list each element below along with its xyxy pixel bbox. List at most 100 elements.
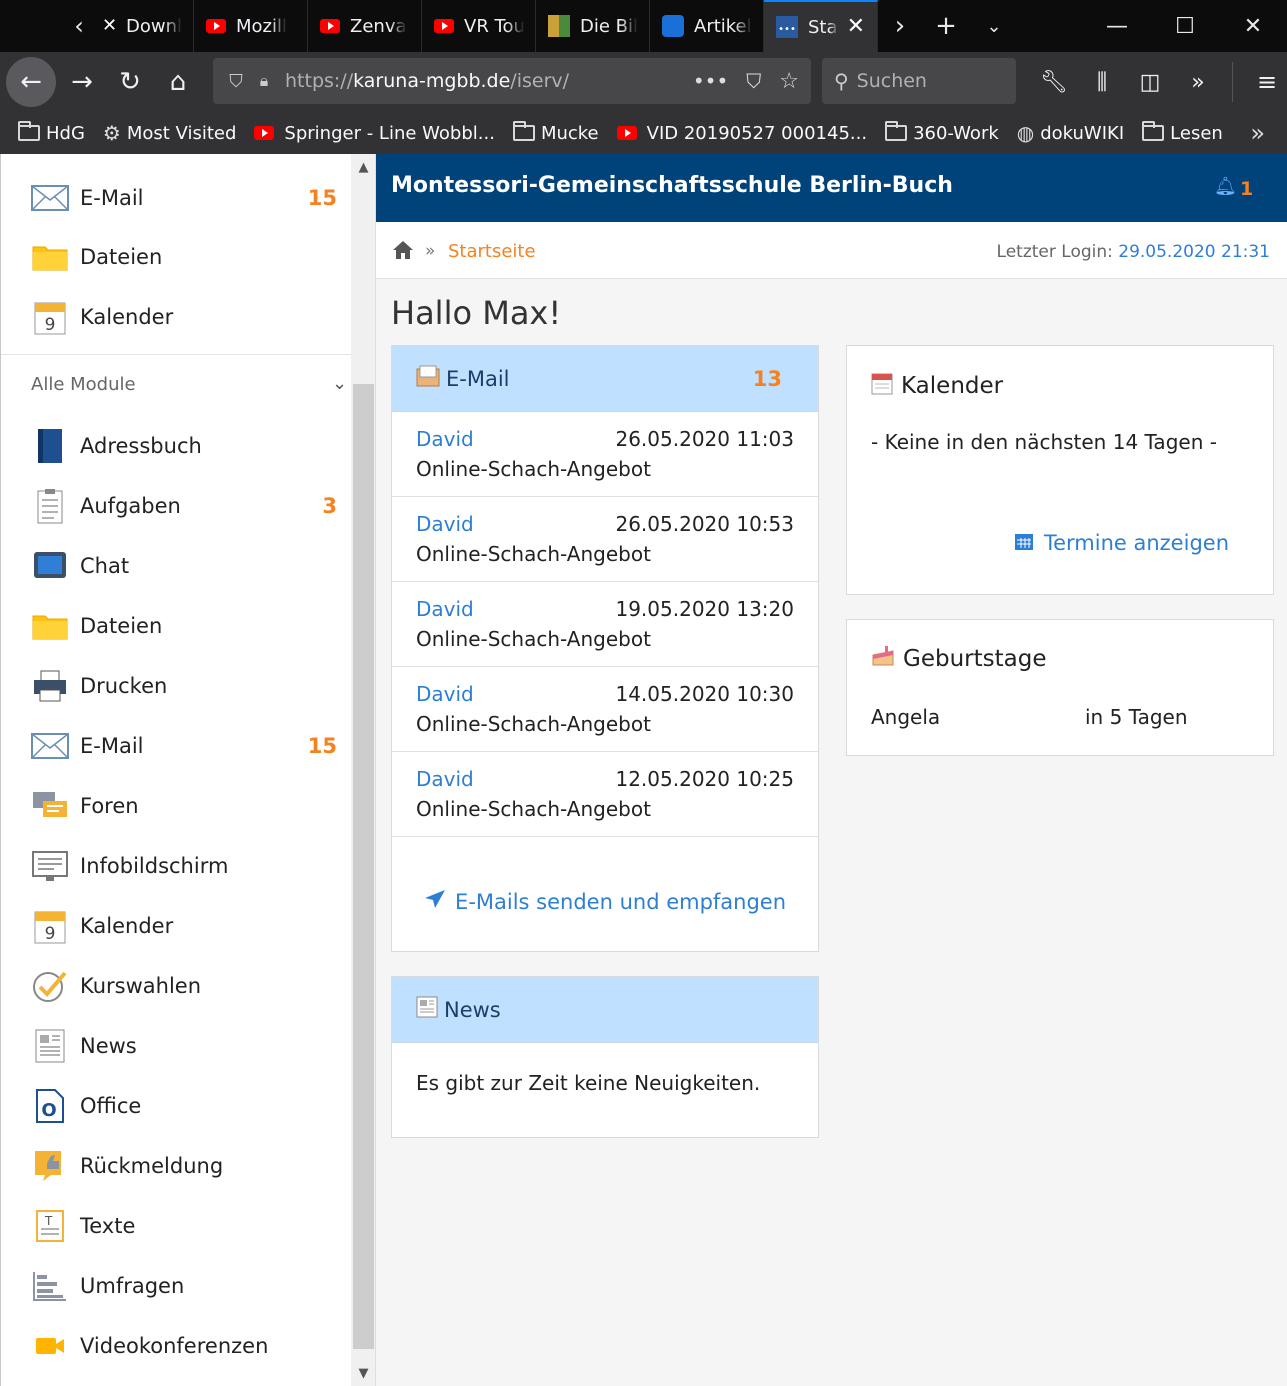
wrench-icon[interactable]: 🔧︎ bbox=[1030, 58, 1078, 106]
sidebar-item-infoscreen[interactable]: Infobildschirm bbox=[31, 846, 347, 886]
new-tab-button[interactable]: + bbox=[922, 0, 970, 52]
all-modules-heading[interactable]: Alle Module bbox=[31, 374, 136, 395]
news-card-header[interactable]: News bbox=[392, 977, 818, 1043]
list-tabs-button[interactable]: ⌄ bbox=[970, 0, 1018, 52]
breadcrumb: » Startseite Letzter Login: 29.05.2020 2… bbox=[376, 222, 1287, 279]
email-row[interactable]: David 26.05.2020 10:53 Online-Schach-Ang… bbox=[392, 497, 818, 582]
notification-count[interactable]: 1 bbox=[1240, 178, 1253, 200]
browser-tab[interactable]: VR Tou bbox=[422, 0, 536, 52]
reload-button[interactable]: ↻ bbox=[106, 58, 154, 106]
bell-icon[interactable]: 🔔︎ bbox=[1214, 176, 1237, 197]
browser-tab-active[interactable]: ••• Sta ✕ bbox=[764, 0, 878, 52]
back-button[interactable]: ← bbox=[6, 57, 56, 107]
email-sender[interactable]: David bbox=[416, 767, 474, 791]
sidebar-scrollbar-thumb[interactable] bbox=[353, 384, 374, 1349]
sidebar-item-tasks[interactable]: Aufgaben 3 bbox=[31, 486, 347, 526]
tab-scroll-left-button[interactable]: ‹ bbox=[60, 0, 98, 52]
email-subject[interactable]: Online-Schach-Angebot bbox=[416, 542, 651, 566]
sidebar-toggle-icon[interactable]: ◫ bbox=[1126, 58, 1174, 106]
bookmark-item[interactable]: Springer - Line Wobbl... bbox=[254, 123, 495, 144]
send-icon[interactable] bbox=[424, 890, 446, 914]
show-appointments-link[interactable]: Termine anzeigen bbox=[1044, 531, 1229, 555]
email-row[interactable]: David 26.05.2020 11:03 Online-Schach-Ang… bbox=[392, 412, 818, 497]
email-subject[interactable]: Online-Schach-Angebot bbox=[416, 627, 651, 651]
tab-label: Artikel bbox=[694, 15, 752, 37]
tab-label: Mozill bbox=[236, 15, 287, 37]
overflow-menu-icon[interactable]: » bbox=[1174, 58, 1222, 106]
email-row[interactable]: David 19.05.2020 13:20 Online-Schach-Ang… bbox=[392, 582, 818, 667]
sidebar-item-office[interactable]: O Office bbox=[31, 1086, 347, 1126]
sidebar-item-files[interactable]: Dateien bbox=[31, 606, 347, 646]
home-button[interactable]: ⌂ bbox=[154, 58, 202, 106]
maximize-button[interactable]: ☐ bbox=[1151, 0, 1219, 52]
minimize-button[interactable]: — bbox=[1083, 0, 1151, 52]
tracking-protection-icon[interactable]: ⛉ bbox=[219, 71, 253, 92]
bookmark-item[interactable]: VID 20190527 000145... bbox=[616, 122, 868, 144]
library-icon[interactable]: ⫼ bbox=[1078, 58, 1126, 106]
sidebar-item-email[interactable]: E-Mail 15 bbox=[31, 178, 347, 218]
email-sender[interactable]: David bbox=[416, 512, 474, 536]
sidebar-item-course-selection[interactable]: Kurswahlen bbox=[31, 966, 347, 1006]
bookmark-item[interactable]: Mucke bbox=[512, 121, 599, 144]
page-actions-icon[interactable]: ••• bbox=[693, 69, 728, 93]
close-tab-icon[interactable]: ✕ bbox=[847, 14, 865, 39]
bookmark-item[interactable]: ◍ dokuWIKI bbox=[1017, 121, 1124, 145]
article-icon bbox=[662, 15, 684, 37]
birthdays-card-header[interactable]: Geburtstage bbox=[871, 645, 1046, 673]
sidebar-item-email[interactable]: E-Mail 15 bbox=[31, 726, 347, 766]
last-login-value[interactable]: 29.05.2020 21:31 bbox=[1118, 242, 1270, 262]
bookmark-item[interactable]: 360-Work bbox=[885, 121, 999, 144]
forward-button[interactable]: → bbox=[58, 58, 106, 106]
bookmark-item[interactable]: Lesen bbox=[1142, 121, 1223, 144]
email-sender[interactable]: David bbox=[416, 427, 474, 451]
breadcrumb-current[interactable]: Startseite bbox=[448, 241, 536, 262]
chevron-down-icon[interactable]: ⌄ bbox=[332, 373, 347, 394]
browser-tab[interactable]: Zenva bbox=[308, 0, 422, 52]
scroll-down-arrow-icon[interactable]: ▼ bbox=[351, 1366, 376, 1381]
close-window-button[interactable]: ✕ bbox=[1219, 0, 1287, 52]
sidebar-item-label: Dateien bbox=[80, 614, 163, 638]
calendar-card-header[interactable]: Kalender bbox=[871, 371, 1003, 401]
sidebar-item-texts[interactable]: T Texte bbox=[31, 1206, 347, 1246]
bookmark-item[interactable]: ⚙ Most Visited bbox=[103, 121, 237, 145]
sidebar-item-calendar[interactable]: 9 Kalender bbox=[31, 906, 347, 946]
send-receive-emails-link[interactable]: E-Mails senden und empfangen bbox=[455, 890, 786, 914]
bookmark-label: VID 20190527 000145... bbox=[646, 122, 868, 144]
hamburger-menu-icon[interactable]: ≡ bbox=[1243, 58, 1287, 106]
email-row[interactable]: David 14.05.2020 10:30 Online-Schach-Ang… bbox=[392, 667, 818, 752]
bookmarks-overflow-icon[interactable]: » bbox=[1250, 119, 1265, 147]
email-subject[interactable]: Online-Schach-Angebot bbox=[416, 457, 651, 481]
sidebar-item-surveys[interactable]: Umfragen bbox=[31, 1266, 347, 1306]
browser-tab[interactable]: ✕ Downl bbox=[98, 0, 194, 52]
email-sender[interactable]: David bbox=[416, 597, 474, 621]
pocket-icon[interactable]: ⛉ bbox=[746, 69, 761, 93]
url-bar[interactable]: ⛉ 🔒︎ https://karuna-mgbb.de/iserv/ ••• ⛉… bbox=[213, 58, 811, 104]
scroll-up-arrow-icon[interactable]: ▲ bbox=[351, 160, 376, 175]
email-card-header[interactable]: E-Mail 13 bbox=[392, 346, 818, 412]
browser-tab[interactable]: Mozill bbox=[194, 0, 308, 52]
sidebar-item-feedback[interactable]: Rückmeldung bbox=[31, 1146, 347, 1186]
home-icon[interactable] bbox=[392, 240, 414, 264]
email-subject[interactable]: Online-Schach-Angebot bbox=[416, 797, 651, 821]
bookmark-item[interactable]: HdG bbox=[18, 121, 85, 144]
tab-scroll-right-button[interactable]: › bbox=[878, 0, 922, 52]
sidebar-item-news[interactable]: News bbox=[31, 1026, 347, 1066]
sidebar-item-print[interactable]: Drucken bbox=[31, 666, 347, 706]
sidebar-item-addressbook[interactable]: Adressbuch bbox=[31, 426, 347, 466]
addressbook-icon bbox=[31, 427, 69, 465]
lock-icon[interactable]: 🔒︎ bbox=[253, 71, 275, 91]
sidebar-item-videoconference[interactable]: Videokonferenzen bbox=[31, 1326, 347, 1366]
browser-tab[interactable]: Artikel bbox=[650, 0, 764, 52]
bookmark-star-icon[interactable]: ☆ bbox=[779, 69, 799, 94]
school-title[interactable]: Montessori-Gemeinschaftsschule Berlin-Bu… bbox=[391, 173, 953, 198]
email-subject[interactable]: Online-Schach-Angebot bbox=[416, 712, 651, 736]
email-sender[interactable]: David bbox=[416, 682, 474, 706]
sidebar-item-files[interactable]: Dateien bbox=[31, 237, 347, 277]
search-bar[interactable]: ⚲ Suchen bbox=[822, 58, 1016, 104]
sidebar-item-chat[interactable]: Chat bbox=[31, 546, 347, 586]
browser-tab[interactable]: Die Bil bbox=[536, 0, 650, 52]
email-row[interactable]: David 12.05.2020 10:25 Online-Schach-Ang… bbox=[392, 752, 818, 837]
sidebar-item-calendar[interactable]: 9 Kalender bbox=[31, 297, 347, 337]
sidebar-item-forums[interactable]: Foren bbox=[31, 786, 347, 826]
calendar-small-icon[interactable] bbox=[1014, 531, 1034, 555]
